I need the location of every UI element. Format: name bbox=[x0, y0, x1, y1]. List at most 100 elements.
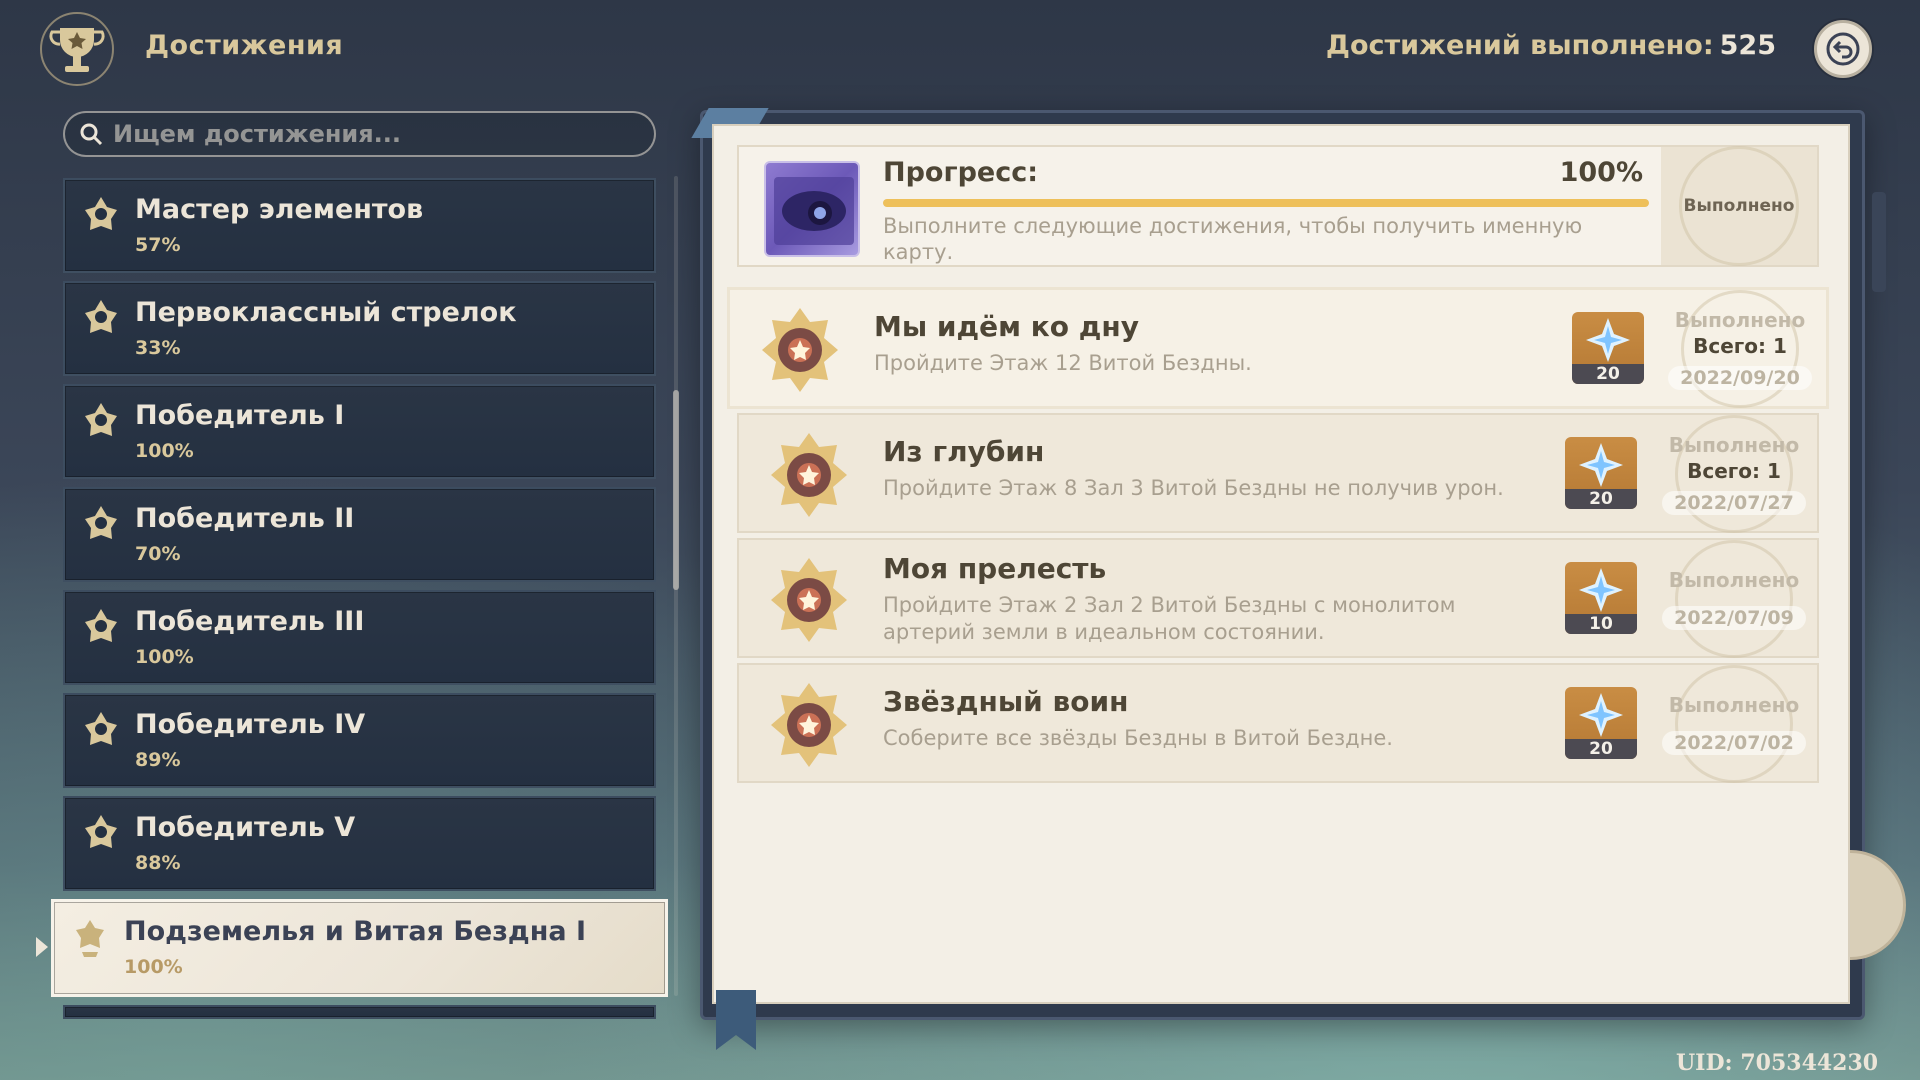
completion-date: 2022/07/02 bbox=[1662, 731, 1806, 755]
category-emblem-icon bbox=[85, 506, 117, 539]
namecard-thumbnail bbox=[764, 161, 860, 257]
progress-status: Выполнено bbox=[1661, 146, 1817, 266]
category-item[interactable]: Победитель I 100% bbox=[63, 384, 656, 479]
reward-quantity: 20 bbox=[1572, 364, 1644, 384]
category-percent: 89% bbox=[135, 749, 181, 771]
status-completed: Выполнено bbox=[1674, 308, 1806, 332]
bookmark-ribbon bbox=[716, 990, 756, 1050]
page-title: Достижения bbox=[145, 30, 344, 61]
achievement-row[interactable]: Звёздный воин Соберите все звёзды Бездны… bbox=[737, 663, 1819, 783]
category-name: Подземелья и Витая Бездна I bbox=[124, 916, 587, 947]
category-percent: 100% bbox=[124, 956, 183, 978]
category-emblem-icon bbox=[85, 712, 117, 745]
selection-indicator-icon bbox=[36, 937, 48, 957]
achievement-status: Выполнено Всего: 1 2022/07/27 bbox=[1659, 415, 1809, 533]
category-item[interactable]: Победитель III 100% bbox=[63, 590, 656, 685]
category-percent: 70% bbox=[135, 543, 181, 565]
achievement-description: Пройдите Этаж 8 Зал 3 Витой Бездны не по… bbox=[883, 476, 1504, 500]
primogem-icon bbox=[1579, 693, 1623, 737]
completion-date: 2022/07/09 bbox=[1662, 606, 1806, 630]
status-completed: Выполнено bbox=[1668, 693, 1800, 717]
achievement-status: Выполнено 2022/07/02 bbox=[1659, 665, 1809, 783]
status-completed: Выполнено bbox=[1668, 433, 1800, 457]
category-item[interactable]: Победитель IV 89% bbox=[63, 693, 656, 788]
player-uid: UID: 705344230 bbox=[1676, 1050, 1879, 1076]
search-bar[interactable] bbox=[63, 111, 656, 157]
progress-label: Прогресс: bbox=[883, 157, 1039, 188]
category-emblem-icon bbox=[85, 300, 117, 333]
category-item[interactable]: Победитель II 70% bbox=[63, 487, 656, 582]
achievements-completed-counter: Достижений выполнено: 525 bbox=[1326, 30, 1776, 61]
category-percent: 100% bbox=[135, 646, 194, 668]
counter-label: Достижений выполнено: bbox=[1325, 30, 1714, 61]
category-emblem-icon bbox=[85, 609, 117, 642]
category-percent: 57% bbox=[135, 234, 181, 256]
progress-bar bbox=[883, 199, 1649, 207]
achievement-medal-icon bbox=[762, 308, 838, 392]
achievement-description: Пройдите Этаж 2 Зал 2 Витой Бездны с мон… bbox=[883, 593, 1456, 644]
status-total: Всего: 1 bbox=[1687, 459, 1781, 483]
category-percent: 33% bbox=[135, 337, 181, 359]
primogem-reward[interactable]: 20 bbox=[1572, 312, 1644, 384]
status-total: Всего: 1 bbox=[1693, 334, 1787, 358]
achievement-title: Звёздный воин bbox=[883, 685, 1129, 718]
achievement-row[interactable]: Моя прелесть Пройдите Этаж 2 Зал 2 Витой… bbox=[737, 538, 1819, 658]
category-name: Победитель I bbox=[135, 400, 345, 431]
reward-quantity: 20 bbox=[1565, 489, 1637, 509]
category-emblem-icon bbox=[85, 197, 117, 230]
primogem-reward[interactable]: 10 bbox=[1565, 562, 1637, 634]
category-emblem-icon bbox=[85, 815, 117, 848]
category-item[interactable]: Первоклассный стрелок 33% bbox=[63, 281, 656, 376]
completion-date: 2022/09/20 bbox=[1668, 366, 1812, 390]
progress-percent: 100% bbox=[1559, 157, 1643, 188]
completion-stamp-icon bbox=[1675, 540, 1793, 658]
achievement-row[interactable]: Из глубин Пройдите Этаж 8 Зал 3 Витой Бе… bbox=[737, 413, 1819, 533]
category-percent: 100% bbox=[135, 440, 194, 462]
reward-quantity: 20 bbox=[1565, 739, 1637, 759]
progress-description: Выполните следующие достижения, чтобы по… bbox=[883, 214, 1583, 264]
counter-value: 525 bbox=[1719, 30, 1776, 61]
status-completed: Выполнено bbox=[1668, 568, 1800, 592]
achievement-medal-icon bbox=[771, 433, 847, 517]
book-side-tab bbox=[1872, 192, 1886, 292]
abyss-emblem-icon bbox=[76, 920, 104, 957]
primogem-reward[interactable]: 20 bbox=[1565, 687, 1637, 759]
completion-date: 2022/07/27 bbox=[1662, 491, 1806, 515]
category-emblem-icon bbox=[85, 403, 117, 436]
achievement-title: Из глубин bbox=[883, 435, 1045, 468]
category-name: Победитель III bbox=[135, 606, 365, 637]
category-name: Первоклассный стрелок bbox=[135, 297, 517, 328]
primogem-icon bbox=[1579, 443, 1623, 487]
category-list: Мастер элементов 57% Первоклассный стрел… bbox=[51, 178, 668, 1027]
reward-quantity: 10 bbox=[1565, 614, 1637, 634]
category-item-partial[interactable] bbox=[63, 1005, 656, 1019]
back-arrow-icon bbox=[1826, 32, 1860, 66]
achievement-medal-icon bbox=[771, 683, 847, 767]
achievement-description: Пройдите Этаж 12 Витой Бездны. bbox=[874, 351, 1252, 375]
category-name: Победитель IV bbox=[135, 709, 366, 740]
category-item[interactable]: Мастер элементов 57% bbox=[63, 178, 656, 273]
progress-bar-fill bbox=[883, 199, 1649, 207]
achievement-status: Выполнено Всего: 1 2022/09/20 bbox=[1665, 290, 1815, 408]
category-item-selected[interactable]: Подземелья и Витая Бездна I 100% bbox=[51, 899, 668, 997]
category-percent: 88% bbox=[135, 852, 181, 874]
search-icon bbox=[80, 123, 103, 146]
status-text: Выполнено bbox=[1683, 196, 1795, 216]
achievement-row[interactable]: Мы идём ко дну Пройдите Этаж 12 Витой Бе… bbox=[727, 287, 1829, 409]
back-button[interactable] bbox=[1814, 20, 1872, 78]
search-input[interactable] bbox=[113, 120, 633, 148]
category-name: Победитель II bbox=[135, 503, 355, 534]
achievement-title: Мы идём ко дну bbox=[874, 310, 1139, 343]
category-item[interactable]: Победитель V 88% bbox=[63, 796, 656, 891]
primogem-icon bbox=[1579, 568, 1623, 612]
namecard-progress-card: Прогресс: 100% Выполните следующие дости… bbox=[737, 145, 1819, 267]
category-name: Победитель V bbox=[135, 812, 356, 843]
primogem-icon bbox=[1586, 318, 1630, 362]
primogem-reward[interactable]: 20 bbox=[1565, 437, 1637, 509]
achievement-status: Выполнено 2022/07/09 bbox=[1659, 540, 1809, 658]
category-name: Мастер элементов bbox=[135, 194, 424, 225]
achievements-trophy-icon bbox=[38, 10, 116, 88]
category-scrollbar-thumb[interactable] bbox=[673, 390, 679, 590]
completion-stamp-icon bbox=[1675, 665, 1793, 783]
achievement-title: Моя прелесть bbox=[883, 552, 1107, 585]
